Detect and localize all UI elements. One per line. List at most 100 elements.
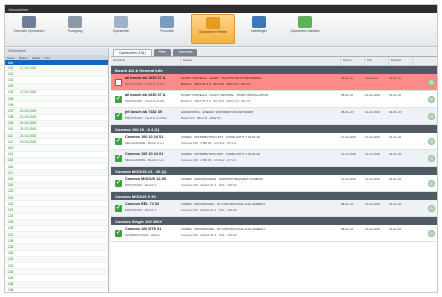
- ribbon-button-4[interactable]: Opdrachten Filteren: [191, 14, 235, 44]
- table-row[interactable]: all bosch ab 1636 37 A PROVISORY - Nord 3…: [111, 74, 437, 91]
- tab[interactable]: Opdrachten (134): [113, 49, 152, 56]
- job-name-cell: Cosmos 100 10 24 01 MECHANISME - Bosch xl…: [125, 133, 181, 149]
- ribbon-button-1[interactable]: Rondgang: [53, 14, 97, 44]
- checkmark-icon[interactable]: ✓: [115, 113, 122, 120]
- sidebar-item-number: 113: [8, 146, 14, 151]
- table-row[interactable]: ✓ Cosmos MODUS 12-30 PROVISORY - Bosch 2 CO…: [111, 175, 437, 192]
- table-row[interactable]: ✓ jet bosch ab 7182 39 PROVISORY - Nord fo…: [111, 108, 437, 125]
- job-name-cell: Cosmos 100 10 24 01 MECHANISME - Bosch xl…: [125, 150, 181, 166]
- ribbon-button-2[interactable]: Opdrachten: [99, 14, 143, 44]
- job-date: 11-11-2016: [341, 135, 356, 139]
- status-dot-icon: [428, 138, 435, 145]
- checkmark-icon[interactable]: ✓: [115, 138, 122, 145]
- ribbon-button-3[interactable]: Productie: [145, 14, 189, 44]
- job-time: 11-11-2016: [365, 227, 380, 231]
- window-title: Jobwatcher: [8, 6, 29, 12]
- group-header[interactable]: Cosmos MODUS 9 30: [111, 192, 437, 200]
- tab[interactable]: Filter: [153, 49, 172, 56]
- table-row[interactable]: ✓ Cosmos 100 NTS 01 INTERNATIONAL - Bosch C…: [111, 225, 437, 242]
- job-name-cell: Cosmos MODUS 12-30 PROVISORY - Bosch 2: [125, 175, 181, 191]
- job-date: 08-21-16: [341, 110, 354, 114]
- column-header-cell[interactable]: Details: [181, 57, 341, 65]
- ribbon-icon: [22, 16, 36, 28]
- sidebar-item-number: 117: [8, 170, 14, 175]
- sidebar-item-number: 110: [8, 127, 14, 132]
- ribbon-button-6[interactable]: Opdrachten Afsluiten: [283, 14, 327, 44]
- sidebar-item-number: 119: [8, 183, 14, 188]
- sidebar-item-number: 132: [8, 263, 14, 268]
- sidebar-item-number: 127: [8, 232, 14, 237]
- sidebar-item-date: 21-01-2015: [20, 108, 37, 113]
- ribbon-button-label: Productie: [160, 29, 174, 33]
- table-row[interactable]: ✓ Cosmos 100 10 24 01 MECHANISME - Bosch x…: [111, 150, 437, 167]
- group-header[interactable]: Cosmos MODUS 12 - 30 (2): [111, 167, 437, 175]
- ribbon-icon: [298, 16, 312, 28]
- sidebar-item-number: 104: [8, 90, 14, 95]
- sidebar-item-number: 109: [8, 121, 14, 126]
- job-end-time: 01-21-16: [389, 76, 402, 80]
- job-date: 08-21-16: [341, 227, 354, 231]
- sidebar-item-number: 116: [8, 164, 14, 169]
- status-dot-icon: [428, 79, 435, 86]
- status-dot-icon: [428, 96, 435, 103]
- status-dot-icon: [428, 113, 435, 120]
- sidebar-item-number: 102: [8, 77, 14, 82]
- sidebar-item-number: 134: [8, 275, 14, 280]
- sidebar-item-number: 114: [8, 152, 14, 157]
- ribbon-button-5[interactable]: Instellingen: [237, 14, 281, 44]
- job-details-subtitle: Cosmos 100 · Modus 21 3 · 8 01 · 200 22: [181, 233, 237, 237]
- table-row[interactable]: ✓ Cosmos 100 10 24 01 MECHANISME - Bosch x…: [111, 133, 437, 150]
- job-details-subtitle: Cosmos 100 · Modus 21 3 · 8 01 · 200 22: [181, 183, 237, 187]
- job-end-time: 01-21-16: [389, 227, 402, 231]
- job-details-title: CORES · MAINTENANCE · SUPPORT REQUEST CO…: [181, 177, 263, 181]
- job-title: all bosch ab 1636 37 A: [125, 76, 166, 80]
- ribbon-button-0[interactable]: Overzicht Opdrachten: [7, 14, 51, 44]
- checkmark-icon[interactable]: ✓: [115, 155, 122, 162]
- sidebar-list-item[interactable]: 136: [5, 288, 108, 292]
- sidebar-item-date: 17-01-2015: [20, 65, 37, 70]
- sidebar-list: 100 17-01-2015 101 102 103 104 17-01-2015 105 10…: [5, 65, 108, 292]
- application-window: Jobwatcher Overzicht Opdrachten Rondgang O…: [4, 4, 438, 293]
- empty-checkbox-icon[interactable]: [115, 79, 122, 86]
- sidebar-item-number: 129: [8, 245, 14, 250]
- column-header-cell[interactable]: Tijd: [365, 57, 389, 65]
- job-end-time: 01-21-16: [389, 177, 402, 181]
- sidebar-item-number: 125: [8, 220, 14, 225]
- column-header-cell[interactable]: Datum: [341, 57, 365, 65]
- job-title: Cosmos 100 NTS 01: [125, 227, 162, 231]
- job-details-title: HORIZONTAL · ENERGY DISTRIBUTION NETWORK: [181, 110, 254, 114]
- sidebar-item-number: 108: [8, 115, 14, 120]
- ribbon-button-label: Opdrachten Filteren: [198, 30, 228, 34]
- job-details-cell: CORES · MAINTENANCE · SUPPORT REQUEST CO…: [181, 175, 341, 191]
- job-details-subtitle: Cosmos 100 · 2 BR 06 · 4 D 012 · 24 V A: [181, 141, 237, 145]
- checkmark-icon[interactable]: ✓: [115, 230, 122, 237]
- sidebar-item-number: 126: [8, 226, 14, 231]
- job-time: 11-11-2016: [365, 93, 380, 97]
- table-row[interactable]: ✓ Cosmos REL 72 02 PROVISORY - Bosch 2 CORE…: [111, 200, 437, 217]
- group-header[interactable]: Cosmos 100 10 - 6 4 (1): [111, 125, 437, 133]
- job-details-cell: CORES · PROVISIONAL · 87 CONTRACTUAL FUL…: [181, 200, 341, 216]
- job-details-subtitle: Cosmos 100 · Modus 21 3 · 8 01 · 200 22: [181, 208, 237, 212]
- ribbon-icon: [68, 16, 82, 28]
- sidebar-item-number: 120: [8, 189, 14, 194]
- ribbon-button-label: Rondgang: [67, 29, 83, 33]
- group-header[interactable]: Bosch AG & General Info: [111, 66, 437, 74]
- job-title: all bosch ab 1636 37 A: [125, 93, 166, 97]
- tab[interactable]: Overzicht: [173, 49, 198, 56]
- checkmark-icon[interactable]: ✓: [115, 205, 122, 212]
- group-header[interactable]: Cosmos Single 100 3004: [111, 217, 437, 225]
- sidebar-item-number: 118: [8, 176, 14, 181]
- job-time: 11-11-2016: [365, 135, 380, 139]
- job-subtitle: PROVISORY - Bosch 2: [125, 182, 157, 187]
- checkmark-icon[interactable]: ✓: [115, 180, 122, 187]
- column-header-cell[interactable]: Eindtijd: [389, 57, 413, 65]
- job-details-cell: CORES · DISTRIBUTION UNIT · CORE OUT 5 V…: [181, 133, 341, 149]
- checkmark-icon[interactable]: ✓: [115, 96, 122, 103]
- job-details-subtitle: Bosch 2 · WET 9C 5 A · 9K 27/4 · INFO 2.…: [181, 99, 251, 103]
- column-header-cell[interactable]: Opdracht: [111, 57, 181, 65]
- table-row[interactable]: ✓ all bosch ab 1636 37 A PROVISORY - Nord …: [111, 91, 437, 108]
- sidebar-item-number: 131: [8, 257, 14, 262]
- sidebar-item-number: 135: [8, 282, 14, 287]
- job-details-cell: CORES · DISTRIBUTION UNIT · CORE OUT 5 V…: [181, 150, 341, 166]
- sidebar-item-date: 21-01-2015: [20, 121, 37, 126]
